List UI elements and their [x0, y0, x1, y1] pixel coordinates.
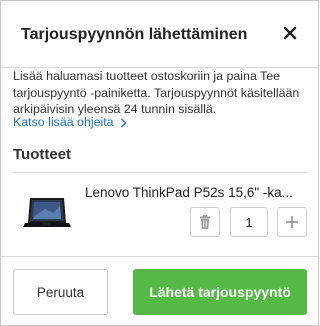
- divider: [13, 172, 307, 173]
- help-link[interactable]: Katso lisää ohjeita: [13, 115, 127, 129]
- plus-icon: [286, 216, 298, 228]
- remove-product-button[interactable]: [190, 207, 220, 237]
- quote-request-dialog: Tarjouspyynnön lähettäminen Lisää haluam…: [0, 0, 319, 326]
- cancel-button[interactable]: Peruuta: [13, 269, 108, 315]
- send-quote-request-button[interactable]: Lähetä tarjouspyyntö: [133, 269, 307, 315]
- dialog-header: Tarjouspyynnön lähettäminen: [1, 1, 318, 68]
- footer-divider: [1, 256, 318, 257]
- quantity-input[interactable]: [230, 207, 268, 237]
- increase-quantity-button[interactable]: [277, 207, 307, 237]
- product-name[interactable]: Lenovo ThinkPad P52s 15,6" -ka...: [85, 185, 307, 200]
- products-heading: Tuotteet: [13, 146, 72, 163]
- trash-icon: [200, 215, 210, 229]
- close-icon: [283, 26, 297, 40]
- dialog-title: Tarjouspyynnön lähettäminen: [21, 26, 248, 43]
- close-button[interactable]: [282, 25, 298, 41]
- chevron-right-icon: [121, 118, 127, 128]
- laptop-product-image: [23, 198, 71, 227]
- help-link-label: Katso lisää ohjeita: [13, 115, 114, 129]
- dialog-description: Lisää haluamasi tuotteet ostoskoriin ja …: [13, 69, 300, 116]
